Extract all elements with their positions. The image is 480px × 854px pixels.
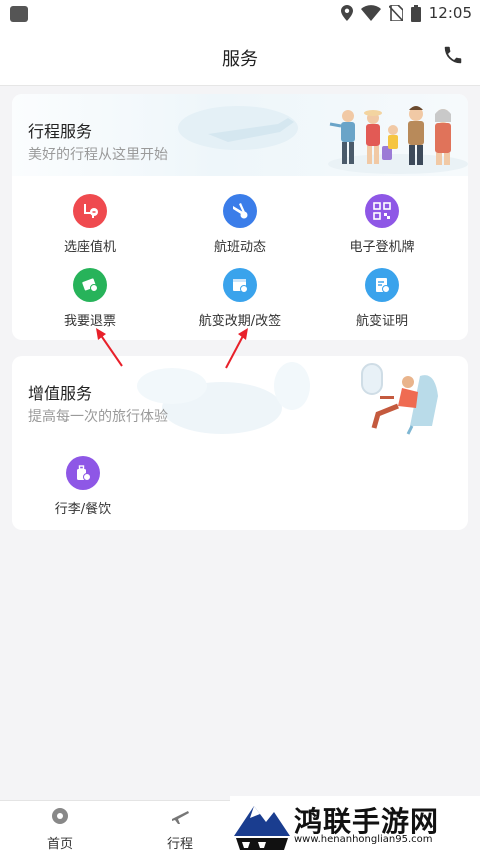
service-label: 航变改期/改签: [198, 314, 282, 329]
app-notification-icon: [10, 6, 28, 22]
certificate-icon: [365, 268, 399, 302]
plane-icon: [172, 811, 189, 824]
luggage-icon: [66, 456, 100, 490]
annotation-arrow-reschedule: [225, 328, 248, 369]
value-added-title: 增值服务: [28, 384, 93, 403]
service-seat-checkin[interactable]: 选座值机: [20, 194, 160, 255]
location-icon: [340, 5, 353, 21]
phone-button[interactable]: [442, 44, 466, 68]
page-title: 服务: [222, 49, 258, 70]
service-label: 我要退票: [63, 314, 116, 329]
service-label: 行李/餐饮: [54, 502, 112, 517]
phone-icon: [444, 46, 462, 64]
wifi-icon: [360, 5, 381, 21]
nav-label: 行程: [166, 837, 193, 852]
service-flight-status[interactable]: 航班动态: [170, 194, 310, 255]
qr-code-icon: [365, 194, 399, 228]
nav-label: 首页: [46, 837, 73, 852]
trip-services-subtitle: 美好的行程从这里开始: [28, 147, 168, 163]
home-icon: [52, 808, 68, 824]
service-luggage-meal[interactable]: 行李/餐饮: [28, 456, 138, 517]
service-label: 航变证明: [355, 314, 408, 329]
watermark-logo: [232, 796, 292, 852]
plane-status-icon: [223, 194, 257, 228]
nav-home[interactable]: 首页: [20, 807, 100, 852]
value-added-subtitle: 提高每一次的旅行体验: [28, 409, 168, 425]
battery-icon: [410, 4, 421, 22]
seat-icon: [73, 194, 107, 228]
service-label: 航班动态: [213, 240, 266, 255]
service-refund[interactable]: 我要退票: [20, 268, 160, 329]
service-label: 选座值机: [63, 240, 116, 255]
no-sim-icon: [388, 5, 403, 21]
trip-services-card: 行程服务 美好的行程从这里开始 选座值机 航班动态 电子登机牌 我要退票 航变改…: [12, 94, 468, 340]
status-bar: 12:05: [0, 0, 480, 28]
reschedule-icon: [223, 268, 257, 302]
trip-services-title: 行程服务: [28, 122, 93, 141]
status-icons: 12:05: [340, 4, 472, 22]
value-added-services-card: 增值服务 提高每一次的旅行体验 行李/餐饮: [12, 356, 468, 530]
refund-ticket-icon: [73, 268, 107, 302]
service-boarding-pass[interactable]: 电子登机牌: [312, 194, 452, 255]
watermark-url: www.henanhonglian95.com: [294, 834, 433, 845]
travelers-illustration: [178, 106, 468, 174]
service-label: 电子登机牌: [349, 240, 415, 255]
service-reschedule[interactable]: 航变改期/改签: [170, 268, 310, 329]
annotation-arrow-refund: [96, 328, 123, 367]
status-time: 12:05: [428, 4, 472, 22]
passenger-illustration: [361, 363, 438, 435]
nav-trips[interactable]: 行程: [140, 807, 220, 852]
trip-services-banner: 行程服务 美好的行程从这里开始: [12, 94, 468, 176]
watermark: 鸿联手游网 www.henanhonglian95.com: [230, 796, 480, 854]
app-header: 服务: [0, 28, 480, 86]
service-certificate[interactable]: 航变证明: [312, 268, 452, 329]
